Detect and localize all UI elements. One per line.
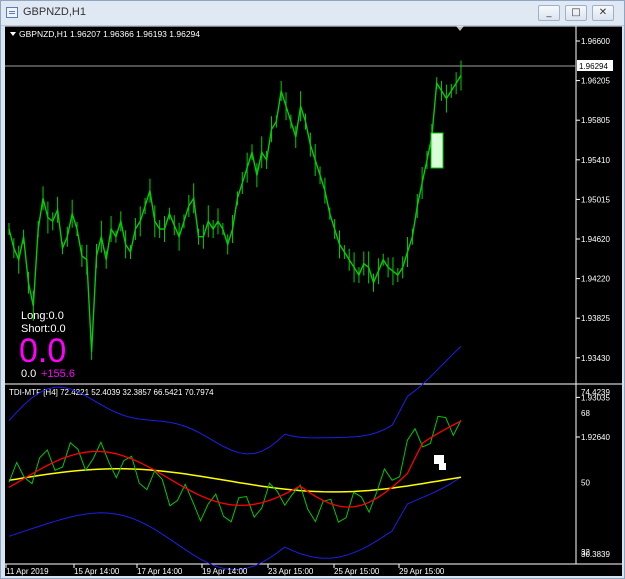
price-tick-label: 1.96600 [581,37,610,46]
price-line [8,75,462,352]
time-axis: 11 Apr 2019 15 Apr 14:00 17 Apr 14:00 19 Ap… [5,564,445,576]
price-axis: 1.96600 1.96205 1.95805 1.95410 1.95015 1.946… [576,37,610,442]
price-tick-label: 1.95015 [581,195,610,204]
time-tick-label: 23 Apr 15:00 [268,567,314,576]
middle-band-line [8,468,462,493]
price-tick-label: 1.95805 [581,116,610,125]
price-tick-label: 1.92640 [581,433,610,442]
title-bar[interactable]: GBPNZD,H1 _ □ ✕ [1,1,624,26]
close-button[interactable]: ✕ [592,5,614,21]
price-tick-label: 1.93825 [581,314,610,323]
trade-signal-line [8,420,462,508]
chart-area[interactable]: GBPNZD,H1 1.96207 1.96366 1.96193 1.9629… [5,26,622,576]
profit-left-value: 0.0 [21,368,37,380]
minimize-button[interactable]: _ [538,5,560,21]
profit-big-value: 0.0 [19,332,67,370]
indicator-tick-label: 50 [581,478,590,487]
time-tick-label: 25 Apr 15:00 [334,567,380,576]
chart-canvas[interactable]: GBPNZD,H1 1.96207 1.96366 1.96193 1.9629… [5,26,622,576]
chart-window-icon [6,7,18,18]
main-chart-header: GBPNZD,H1 1.96207 1.96366 1.96193 1.9629… [19,29,200,39]
time-tick-label: 11 Apr 2019 [6,567,49,576]
indicator-marker-lower [439,463,446,470]
collapse-triangle-icon[interactable] [10,32,16,36]
highlighted-candle [430,132,444,169]
profit-right-value: +155.6 [41,368,75,380]
indicator-tick-label: 68 [581,409,590,418]
time-tick-label: 17 Apr 14:00 [137,567,183,576]
indicator-marker-upper [434,455,444,464]
time-tick-label: 15 Apr 14:00 [74,567,120,576]
window-title: GBPNZD,H1 [23,6,86,18]
price-tick-label: 1.94620 [581,235,610,244]
lower-band-line [8,476,462,570]
indicator-tick-label: 30.3839 [581,550,610,559]
price-series [8,60,462,360]
indicator-lines [8,346,462,570]
upper-band-line [8,346,462,455]
price-tick-label: 1.96205 [581,77,610,86]
chart-shift-icon[interactable] [456,26,464,31]
chart-window: GBPNZD,H1 _ □ ✕ GBPNZD,H1 1.96207 1.9636… [0,0,625,579]
price-tick-label: 1.95410 [581,156,610,165]
price-tick-label: 1.94220 [581,275,610,284]
indicator-axis: 74.423968503230.3839 [581,388,610,559]
time-tick-label: 19 Apr 14:00 [202,567,248,576]
indicator-tick-label: 74.4239 [581,388,610,397]
long-label: Long:0.0 [21,310,64,322]
rsi-price-line [8,415,462,523]
maximize-button[interactable]: □ [565,5,587,21]
price-tick-label: 1.93430 [581,354,610,363]
time-tick-label: 29 Apr 15:00 [399,567,445,576]
current-price-label: 1.96294 [579,62,608,71]
